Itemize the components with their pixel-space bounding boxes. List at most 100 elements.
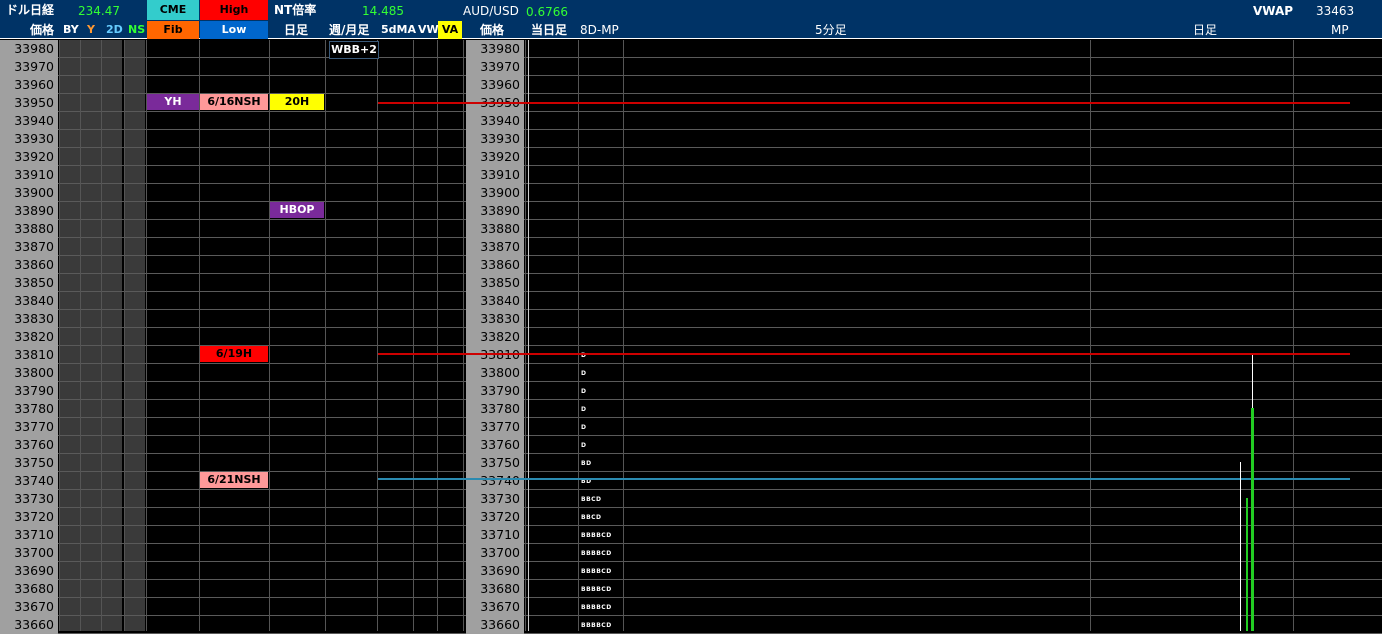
price-cell-left: 33660 [0,616,58,634]
price-cell-right: 33890 [466,202,524,220]
price-cell-left: 33680 [0,580,58,598]
grid-row-line [0,435,1382,436]
price-cell-right: 33720 [466,508,524,526]
hbop-tag: HBOP [270,202,324,218]
price-cell-left: 33840 [0,292,58,310]
grid-row-line [0,417,1382,418]
header-bar-top: ドル日経 234.47 CME High NT倍率 14.485 AUD/USD… [0,0,1382,21]
low-button[interactable]: Low [200,21,268,39]
grid-row-line [0,381,1382,382]
ns-column-header: NS [128,23,146,36]
market-profile-letters: BD [581,460,592,467]
header-bar-columns: 価格 BY Y 2D NS Fib Low 日足 週/月足 5dMA VW VA… [0,21,1382,39]
grid-row-line [0,111,1382,112]
grid-row-line [0,363,1382,364]
market-profile-letters: D [581,442,587,449]
market-profile-letters: BBBBCD [581,532,612,539]
grid-column-divider [325,40,326,631]
price-cell-left: 33770 [0,418,58,436]
vwap-value: 33463 [1316,4,1355,18]
grid-row-line [0,309,1382,310]
price-cell-right: 33880 [466,220,524,238]
market-profile-letters: D [581,406,587,413]
price-cell-left: 33870 [0,238,58,256]
grid-row-line [0,579,1382,580]
fib-button[interactable]: Fib [147,21,199,39]
price-cell-right: 33900 [466,184,524,202]
price-cell-right: 33760 [466,436,524,454]
nt-ratio-label: NT倍率 [274,3,317,17]
today-column-separator [528,40,529,631]
by-column-header: BY [63,23,79,36]
price-cell-left: 33850 [0,274,58,292]
price-cell-left: 33760 [0,436,58,454]
grid-column-divider [124,40,125,631]
cme-button[interactable]: CME [147,0,199,20]
price-cell-left: 33910 [0,166,58,184]
audusd-value: 0.6766 [526,5,568,19]
grid-row-line [0,525,1382,526]
grid-column-divider [578,40,579,631]
grid-row-line [0,183,1382,184]
grid-row-line [0,291,1382,292]
price-cell-right: 33690 [466,562,524,580]
grid-column-divider [525,40,526,631]
market-profile-letters: BBBBCD [581,622,612,629]
price-cell-left: 33690 [0,562,58,580]
yesterday-high-tag: YH [147,94,199,110]
vwap-label: VWAP [1253,4,1294,18]
price-cell-left: 33820 [0,328,58,346]
price-cell-left: 33800 [0,364,58,382]
price-cell-right: 33970 [466,58,524,76]
grid-row-line [0,201,1382,202]
grid-row-line [0,273,1382,274]
nt-ratio-value: 14.485 [362,4,404,18]
daily-candle-wick-prev [1240,462,1241,631]
price-cell-right: 33710 [466,526,524,544]
2d-column-header: 2D [106,23,123,36]
grid-row-line [0,57,1382,58]
weekly-monthly-column-header: 週/月足 [329,23,370,37]
price-cell-right: 33850 [466,274,524,292]
high-button[interactable]: High [200,0,268,20]
price-cell-right: 33790 [466,382,524,400]
price-cell-left: 33670 [0,598,58,616]
price-cell-left: 33930 [0,130,58,148]
grid-column-divider [1090,40,1091,631]
price-cell-right: 33750 [466,454,524,472]
grid-column-divider [1293,40,1294,631]
grid-row-line [0,219,1382,220]
support-line-33740 [378,478,1350,480]
price-cell-left: 33940 [0,112,58,130]
price-cell-left: 33860 [0,256,58,274]
market-profile-letters: D [581,370,587,377]
price-cell-right: 33730 [466,490,524,508]
price-cell-left: 33880 [0,220,58,238]
price-cell-right: 33670 [466,598,524,616]
ns-high-0621-tag: 6/21NSH [200,472,268,488]
grid-column-divider [377,40,378,631]
price-cell-right: 33860 [466,256,524,274]
grid-row-line [0,237,1382,238]
grid-row-line [0,165,1382,166]
price-cell-left: 33830 [0,310,58,328]
grid-row-line [0,597,1382,598]
dollar-nikkei-value: 234.47 [78,4,120,18]
vw-column-header: VW [418,23,439,36]
grid-column-divider [463,40,464,631]
market-profile-letters: BBCD [581,514,602,521]
high-0619-tag: 6/19H [200,346,268,362]
grid-column-divider [59,40,60,631]
grid-row-line [0,327,1382,328]
mp-column-header: MP [1331,23,1349,37]
price-cell-right: 33820 [466,328,524,346]
price-cell-left: 33920 [0,148,58,166]
grid-row-line [0,615,1382,616]
price-cell-left: 33980 [0,40,58,58]
price-cell-right: 33780 [466,400,524,418]
dollar-nikkei-label: ドル日経 [6,3,55,17]
price-cell-right: 33920 [466,148,524,166]
price-cell-right: 33830 [466,310,524,328]
price-column-header-right: 価格 [480,23,505,37]
price-column-header: 価格 [30,23,55,37]
